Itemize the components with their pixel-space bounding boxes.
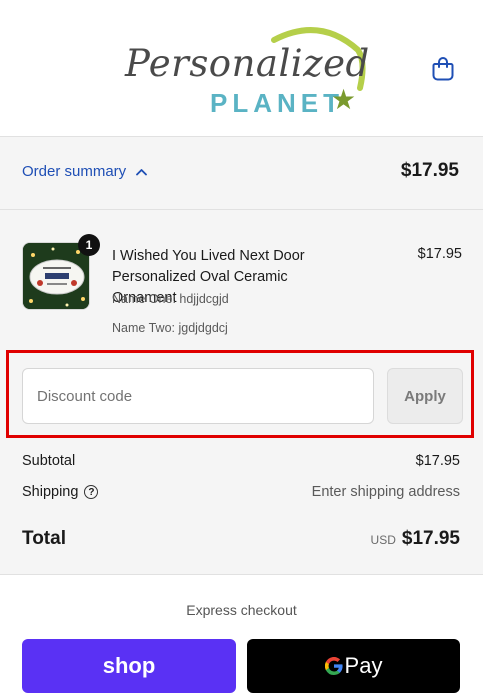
quantity-badge: 1: [78, 234, 100, 256]
shipping-label: Shipping: [22, 484, 79, 500]
help-circle-icon[interactable]: ?: [84, 485, 99, 499]
logo-script-text: Personalized: [125, 42, 370, 85]
subtotal-value: $17.95: [415, 453, 460, 469]
shipping-value: Enter shipping address: [311, 484, 460, 500]
apply-discount-button[interactable]: Apply: [387, 368, 463, 424]
order-summary-label: Order summary: [22, 163, 127, 180]
google-pay-label: Pay: [344, 653, 383, 678]
ornament-image: [23, 243, 89, 309]
line-item: 1 I Wished You Lived Next Door Personali…: [22, 234, 462, 350]
total-label: Total: [22, 528, 66, 549]
brand-logo[interactable]: Personalized PLANET ★: [120, 22, 369, 122]
shipping-row: Shipping ? Enter shipping address: [22, 484, 460, 500]
variant-name-two: Name Two: jgdjdgdcj: [112, 321, 228, 335]
subtotal-row: Subtotal $17.95: [22, 453, 460, 469]
shipping-label-group: Shipping ?: [22, 484, 99, 500]
subtotal-label: Subtotal: [22, 453, 76, 469]
order-summary-toggle[interactable]: Order summary: [22, 163, 148, 180]
total-row: Total USD $17.95: [22, 528, 460, 550]
discount-highlight-box: Apply: [6, 350, 474, 438]
chevron-up-icon: [136, 168, 148, 175]
variant-name-one: Name One: hdjjdcgjd: [112, 292, 229, 306]
logo-star-icon: ★: [331, 84, 357, 115]
discount-code-input[interactable]: [22, 368, 374, 424]
shop-pay-logo: shop: [102, 653, 156, 678]
logo-planet-text: PLANET: [210, 88, 344, 118]
order-summary-total: $17.95: [400, 160, 459, 181]
shopping-bag-icon[interactable]: [432, 55, 454, 81]
google-pay-button[interactable]: Pay: [247, 639, 460, 693]
google-g-icon: [324, 653, 343, 679]
express-checkout-label: Express checkout: [186, 602, 297, 618]
product-price: $17.95: [417, 246, 462, 262]
total-value: $17.95: [401, 528, 460, 549]
total-currency: USD: [370, 533, 396, 547]
order-summary-bar: Order summary $17.95: [0, 137, 483, 210]
total-amount-group: USD $17.95: [371, 528, 460, 550]
checkout-header: Personalized PLANET ★: [0, 0, 483, 137]
shop-pay-button[interactable]: shop: [22, 639, 236, 693]
order-summary-panel: 1 I Wished You Lived Next Door Personali…: [0, 210, 483, 575]
